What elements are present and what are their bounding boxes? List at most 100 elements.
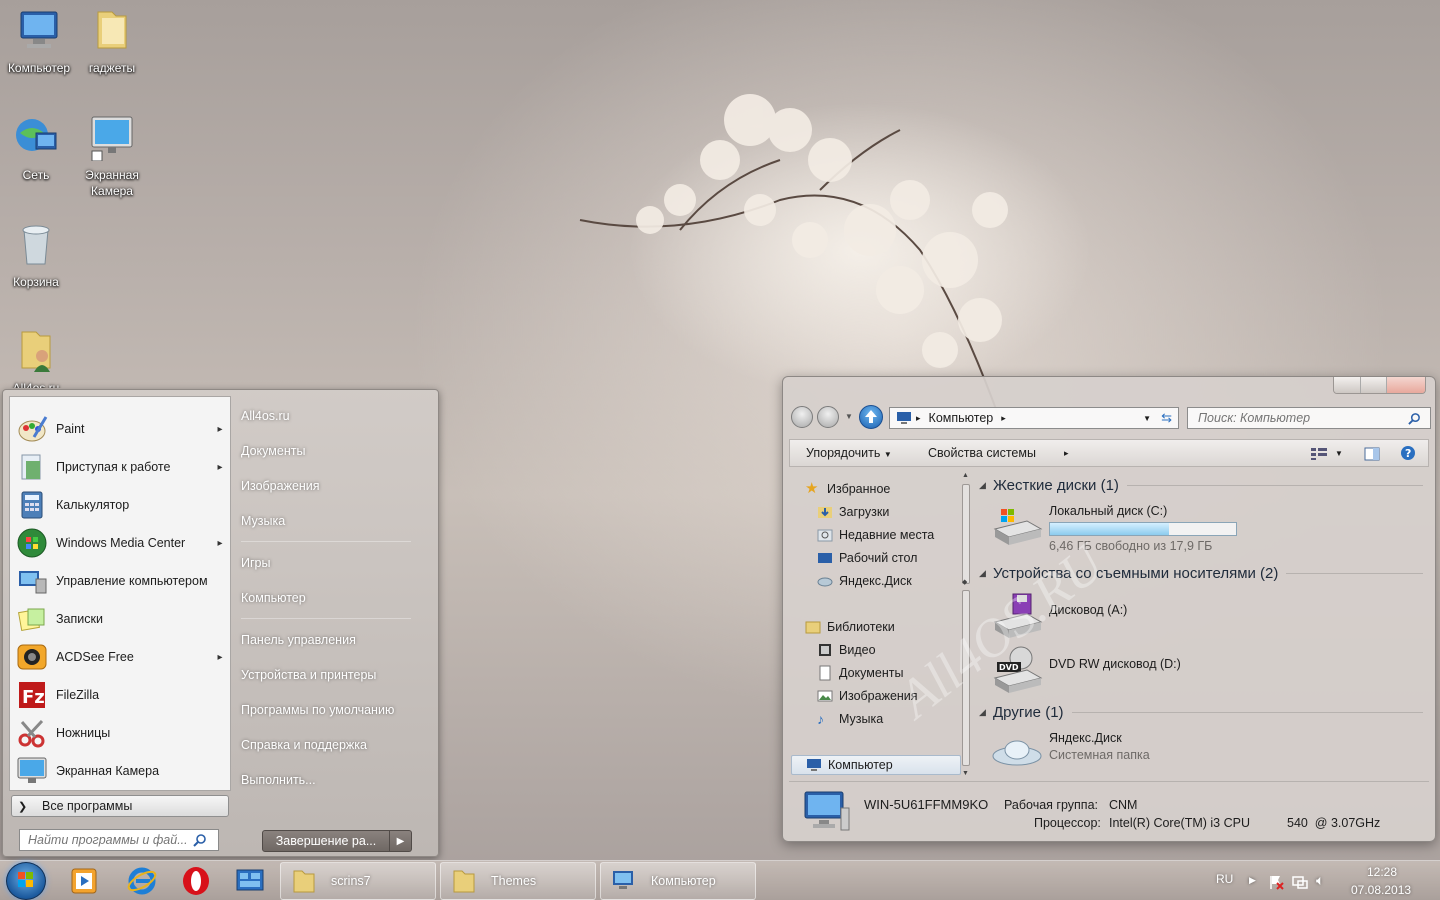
all-programs-button[interactable]: ❯ Все программы (11, 795, 229, 817)
close-button[interactable] (1386, 377, 1425, 393)
nav-computer[interactable]: Компьютер (791, 755, 961, 775)
internet-explorer-icon[interactable] (126, 865, 158, 897)
group-other[interactable]: ◢ Другие (1) (979, 701, 1423, 723)
minimize-button[interactable] (1334, 377, 1360, 393)
start-right-devices-printers[interactable]: Устройства и принтеры (241, 668, 376, 682)
scroll-down-icon[interactable]: ▼ (962, 770, 969, 777)
start-right-default-programs[interactable]: Программы по умолчанию (241, 703, 394, 717)
up-button[interactable] (859, 405, 883, 429)
forward-button[interactable] (817, 406, 839, 428)
nav-music[interactable]: ♪ Музыка (817, 709, 883, 729)
control-panel-icon[interactable] (234, 865, 266, 897)
program-screen-camera[interactable]: Экранная Камера (10, 752, 230, 790)
program-paint[interactable]: Paint ▸ (10, 410, 230, 448)
opera-icon[interactable] (180, 865, 212, 897)
nav-libraries[interactable]: Библиотеки (805, 617, 895, 637)
desktop-icon-network[interactable]: Сеть (0, 113, 75, 183)
start-right-computer[interactable]: Компьютер (241, 591, 306, 605)
volume-icon[interactable]: 🔈︎ (1316, 872, 1324, 889)
network-status-icon[interactable] (1292, 874, 1308, 890)
start-search-input[interactable] (28, 833, 193, 847)
clock-date[interactable]: 07.08.2013 (1351, 883, 1411, 897)
drive-d[interactable]: DVD DVD RW дисковод (D:) (991, 646, 1181, 694)
system-properties-button[interactable]: Свойства системы (928, 446, 1036, 460)
desktop-icon-gadgets[interactable]: гаджеты (73, 6, 151, 76)
desktop-icon-computer[interactable]: Компьютер (0, 6, 78, 76)
nav-documents[interactable]: Документы (817, 663, 903, 683)
maximize-button[interactable] (1360, 377, 1386, 393)
start-button[interactable] (6, 862, 46, 900)
collapse-icon[interactable]: ◢ (979, 707, 993, 718)
submenu-arrow-icon[interactable]: ▸ (210, 652, 230, 663)
desktop-icon-screen-camera[interactable]: Экранная Камера (73, 113, 151, 199)
taskbar-task-computer[interactable]: Компьютер (600, 862, 756, 900)
taskbar-task-themes[interactable]: Themes (440, 862, 596, 900)
media-player-icon[interactable] (68, 865, 100, 897)
nav-downloads[interactable]: Загрузки (817, 502, 889, 522)
search-icon[interactable] (1408, 412, 1421, 425)
organize-button[interactable]: Упорядочить ▼ (806, 446, 892, 460)
program-snipping-tool[interactable]: Ножницы (10, 714, 230, 752)
explorer-search-input[interactable] (1198, 411, 1408, 425)
shutdown-button[interactable]: Завершение ра... (262, 830, 390, 852)
clock-time[interactable]: 12:28 (1367, 865, 1397, 879)
program-media-center[interactable]: Windows Media Center ▸ (10, 524, 230, 562)
start-right-games[interactable]: Игры (241, 556, 270, 570)
view-dropdown-icon[interactable]: ▼ (1335, 449, 1343, 458)
scroll-thumb-lower[interactable] (962, 590, 970, 766)
search-icon[interactable] (193, 833, 207, 847)
start-right-all4os[interactable]: All4os.ru (241, 409, 290, 423)
scroll-up-icon[interactable]: ▲ (962, 472, 969, 479)
drive-a[interactable]: Дисковод (A:) (991, 592, 1127, 640)
nav-recent-places[interactable]: Недавние места (817, 525, 934, 545)
explorer-search-box[interactable] (1187, 407, 1431, 429)
nav-yandex-disk[interactable]: Яндекс.Диск (817, 571, 912, 591)
help-icon[interactable]: ? (1400, 445, 1416, 461)
preview-pane-icon[interactable] (1364, 447, 1380, 461)
collapse-icon[interactable]: ◢ (979, 568, 993, 579)
program-sticky-notes[interactable]: Записки (10, 600, 230, 638)
start-right-documents[interactable]: Документы (241, 444, 305, 458)
taskbar-task-scrins7[interactable]: scrins7 (280, 862, 436, 900)
submenu-arrow-icon[interactable]: ▸ (210, 538, 230, 549)
program-getting-started[interactable]: Приступая к работе ▸ (10, 448, 230, 486)
nav-desktop[interactable]: Рабочий стол (817, 548, 917, 568)
submenu-arrow-icon[interactable]: ▸ (210, 424, 230, 435)
start-right-pictures[interactable]: Изображения (241, 479, 320, 493)
address-bar[interactable]: ▸ Компьютер ▸ ▼ ⇆ (889, 407, 1179, 429)
group-hard-drives[interactable]: ◢ Жесткие диски (1) (979, 474, 1423, 496)
nav-scrollbar[interactable]: ▲ ◆ ▼ (961, 472, 971, 782)
breadcrumb-arrow-icon[interactable]: ▸ (1001, 413, 1006, 424)
more-commands-icon[interactable]: ▸ (1064, 448, 1069, 459)
start-right-music[interactable]: Музыка (241, 514, 285, 528)
nav-videos[interactable]: Видео (817, 640, 876, 660)
start-right-run[interactable]: Выполнить... (241, 773, 316, 787)
address-dropdown-icon[interactable]: ▼ (1143, 414, 1151, 423)
scroll-thumb[interactable] (962, 484, 970, 584)
desktop-icon-recycle-bin[interactable]: Корзина (0, 220, 75, 290)
program-calculator[interactable]: Калькулятор (10, 486, 230, 524)
nav-favorites[interactable]: ★ Избранное (805, 479, 890, 499)
shutdown-options-arrow-icon[interactable]: ▶ (390, 830, 412, 852)
language-indicator[interactable]: RU (1216, 872, 1233, 886)
program-filezilla[interactable]: Fz FileZilla (10, 676, 230, 714)
show-hidden-icons-icon[interactable]: ▶ (1249, 875, 1256, 886)
program-computer-management[interactable]: Управление компьютером (10, 562, 230, 600)
group-removable[interactable]: ◢ Устройства со съемными носителями (2) (979, 562, 1423, 584)
back-button[interactable] (791, 406, 813, 428)
breadcrumb-arrow-icon[interactable]: ▸ (916, 413, 921, 424)
start-right-control-panel[interactable]: Панель управления (241, 633, 356, 647)
breadcrumb[interactable]: Компьютер (929, 411, 994, 425)
yandex-disk-item[interactable]: Яндекс.Диск Системная папка (991, 730, 1150, 778)
start-search-box[interactable] (19, 829, 219, 851)
program-acdsee[interactable]: ACDSee Free ▸ (10, 638, 230, 676)
nav-pictures[interactable]: Изображения (817, 686, 918, 706)
refresh-icon[interactable]: ⇆ (1161, 410, 1172, 426)
view-options-icon[interactable] (1310, 447, 1328, 461)
collapse-icon[interactable]: ◢ (979, 480, 993, 491)
drive-c[interactable]: Локальный диск (C:) 6,46 ГБ свободно из … (991, 503, 1237, 555)
start-right-help-support[interactable]: Справка и поддержка (241, 738, 367, 752)
desktop-icon-all4os[interactable]: All4os.ru (0, 326, 75, 388)
history-dropdown-icon[interactable]: ▼ (845, 412, 853, 421)
submenu-arrow-icon[interactable]: ▸ (210, 462, 230, 473)
